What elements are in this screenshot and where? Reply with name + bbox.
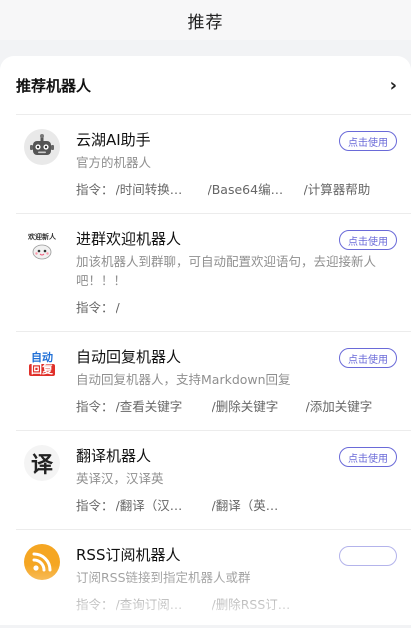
bot-item-welcome[interactable]: 欢迎新人 进群欢迎机器人 加该机器人到群聊，可自动配置欢迎语句，去迎接新人吧！！…: [16, 213, 411, 331]
section-header[interactable]: 推荐机器人 ›: [0, 56, 411, 114]
bot-description: 官方的机器人: [76, 155, 152, 170]
bot-description: 订阅RSS链接到指定机器人或群: [76, 570, 251, 585]
commands-label: 指令：: [76, 597, 114, 612]
use-button[interactable]: 点击使用: [339, 447, 397, 467]
bot-commands: 指令： /时间转换… /Base64编… /计算器帮助: [76, 181, 397, 199]
bot-description: 自动回复机器人，支持Markdown回复: [76, 372, 291, 387]
translate-icon: 译: [24, 445, 60, 481]
use-button[interactable]: 点击使用: [339, 348, 397, 368]
command: /查看关键字: [115, 399, 183, 414]
commands-label: 指令：: [76, 182, 114, 197]
command: /查询订阅…: [115, 597, 183, 612]
use-button[interactable]: 点击使用: [339, 131, 397, 151]
use-button[interactable]: [339, 546, 397, 566]
bot-item-translate[interactable]: 译 翻译机器人 英译汉，汉译英 指令： /翻译（汉… /翻译（英… 点击使用: [16, 430, 411, 529]
bot-commands: 指令： /翻译（汉… /翻译（英…: [76, 497, 397, 515]
command: /计算器帮助: [303, 182, 371, 197]
command: /删除RSS订…: [211, 597, 291, 612]
command: /时间转换…: [115, 182, 183, 197]
auto-reply-icon: 自动 回复: [24, 346, 60, 382]
recommend-card: 推荐机器人 › 云湖AI助手 官方的机器人 指令： /时间转换… /Base64…: [0, 56, 411, 625]
robot-icon: [24, 129, 60, 165]
command: /删除关键字: [211, 399, 279, 414]
avatar-text-bottom: 回复: [29, 363, 55, 376]
command: /: [115, 300, 120, 315]
bot-description: 加该机器人到群聊，可自动配置欢迎语句，去迎接新人吧！！！: [76, 254, 377, 288]
command: /Base64编…: [207, 182, 284, 197]
avatar-text: 欢迎新人: [28, 233, 56, 241]
bot-commands: 指令： /: [76, 299, 397, 317]
bot-list: 云湖AI助手 官方的机器人 指令： /时间转换… /Base64编… /计算器帮…: [16, 114, 411, 628]
avatar-text: 译: [30, 453, 53, 478]
use-button[interactable]: 点击使用: [339, 230, 397, 250]
welcome-sticker-icon: 欢迎新人: [24, 228, 60, 264]
bot-item-rss[interactable]: RSS订阅机器人 订阅RSS链接到指定机器人或群 指令： /查询订阅… /删除R…: [16, 529, 411, 628]
bot-commands: 指令： /查询订阅… /删除RSS订…: [76, 596, 397, 614]
top-bar: 推荐: [0, 0, 411, 40]
commands-label: 指令：: [76, 399, 114, 414]
bot-item-auto-reply[interactable]: 自动 回复 自动回复机器人 自动回复机器人，支持Markdown回复 指令： /…: [16, 331, 411, 430]
chevron-right-icon[interactable]: ›: [390, 75, 397, 96]
rss-icon: [24, 544, 60, 580]
bot-item-yunhu-ai[interactable]: 云湖AI助手 官方的机器人 指令： /时间转换… /Base64编… /计算器帮…: [16, 114, 411, 213]
section-title: 推荐机器人: [16, 76, 92, 95]
command: /翻译（英…: [211, 498, 279, 513]
command: /添加关键字: [305, 399, 373, 414]
commands-label: 指令：: [76, 498, 114, 513]
page-title: 推荐: [187, 12, 224, 33]
bot-commands: 指令： /查看关键字 /删除关键字 /添加关键字: [76, 398, 397, 416]
commands-label: 指令：: [76, 300, 114, 315]
command: /翻译（汉…: [115, 498, 183, 513]
bot-description: 英译汉，汉译英: [76, 471, 164, 486]
